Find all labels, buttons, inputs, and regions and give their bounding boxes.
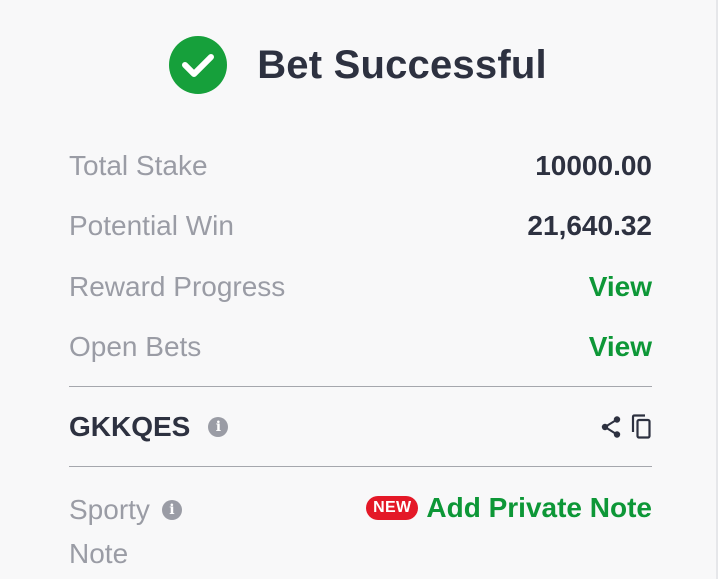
booking-code-row: GKKQES i — [69, 407, 652, 447]
total-stake-value: 10000.00 — [535, 150, 652, 181]
reward-progress-row: Reward Progress View — [69, 267, 652, 307]
reward-progress-label: Reward Progress — [69, 271, 286, 302]
copy-icon[interactable] — [630, 414, 652, 440]
potential-win-value: 21,640.32 — [527, 210, 652, 241]
open-bets-label: Open Bets — [69, 331, 202, 362]
divider-top — [69, 386, 652, 387]
add-private-note-link[interactable]: Add Private Note — [426, 492, 652, 524]
booking-code: GKKQES i — [69, 411, 229, 443]
total-stake-row: Total Stake 10000.00 — [69, 146, 652, 186]
sporty-note-label-line1: Sporty — [69, 494, 150, 525]
potential-win-row: Potential Win 21,640.32 — [69, 206, 652, 246]
header: Bet Successful — [0, 36, 716, 94]
booking-code-text: GKKQES — [69, 411, 191, 442]
open-bets-view-link[interactable]: View — [589, 331, 652, 363]
add-private-note-button[interactable]: NEW Add Private Note — [366, 488, 652, 528]
share-icon[interactable] — [600, 415, 622, 439]
sporty-note-row: Sporty i Note NEW Add Private Note — [69, 488, 652, 576]
sporty-note-info-icon[interactable]: i — [161, 499, 182, 520]
total-stake-label: Total Stake — [69, 150, 208, 181]
open-bets-row: Open Bets View — [69, 327, 652, 367]
reward-progress-view-link[interactable]: View — [589, 271, 652, 303]
divider-bottom — [69, 466, 652, 467]
bet-success-panel: Bet Successful Total Stake 10000.00 Pote… — [0, 0, 718, 579]
sporty-note-label: Sporty i Note — [69, 488, 219, 576]
booking-code-actions — [592, 414, 652, 440]
check-circle-icon — [169, 36, 228, 94]
info-icon[interactable]: i — [208, 417, 229, 437]
sporty-note-label-line2: Note — [69, 538, 129, 569]
potential-win-label: Potential Win — [69, 210, 234, 241]
new-badge: NEW — [366, 496, 419, 520]
page-title: Bet Successful — [257, 42, 547, 87]
